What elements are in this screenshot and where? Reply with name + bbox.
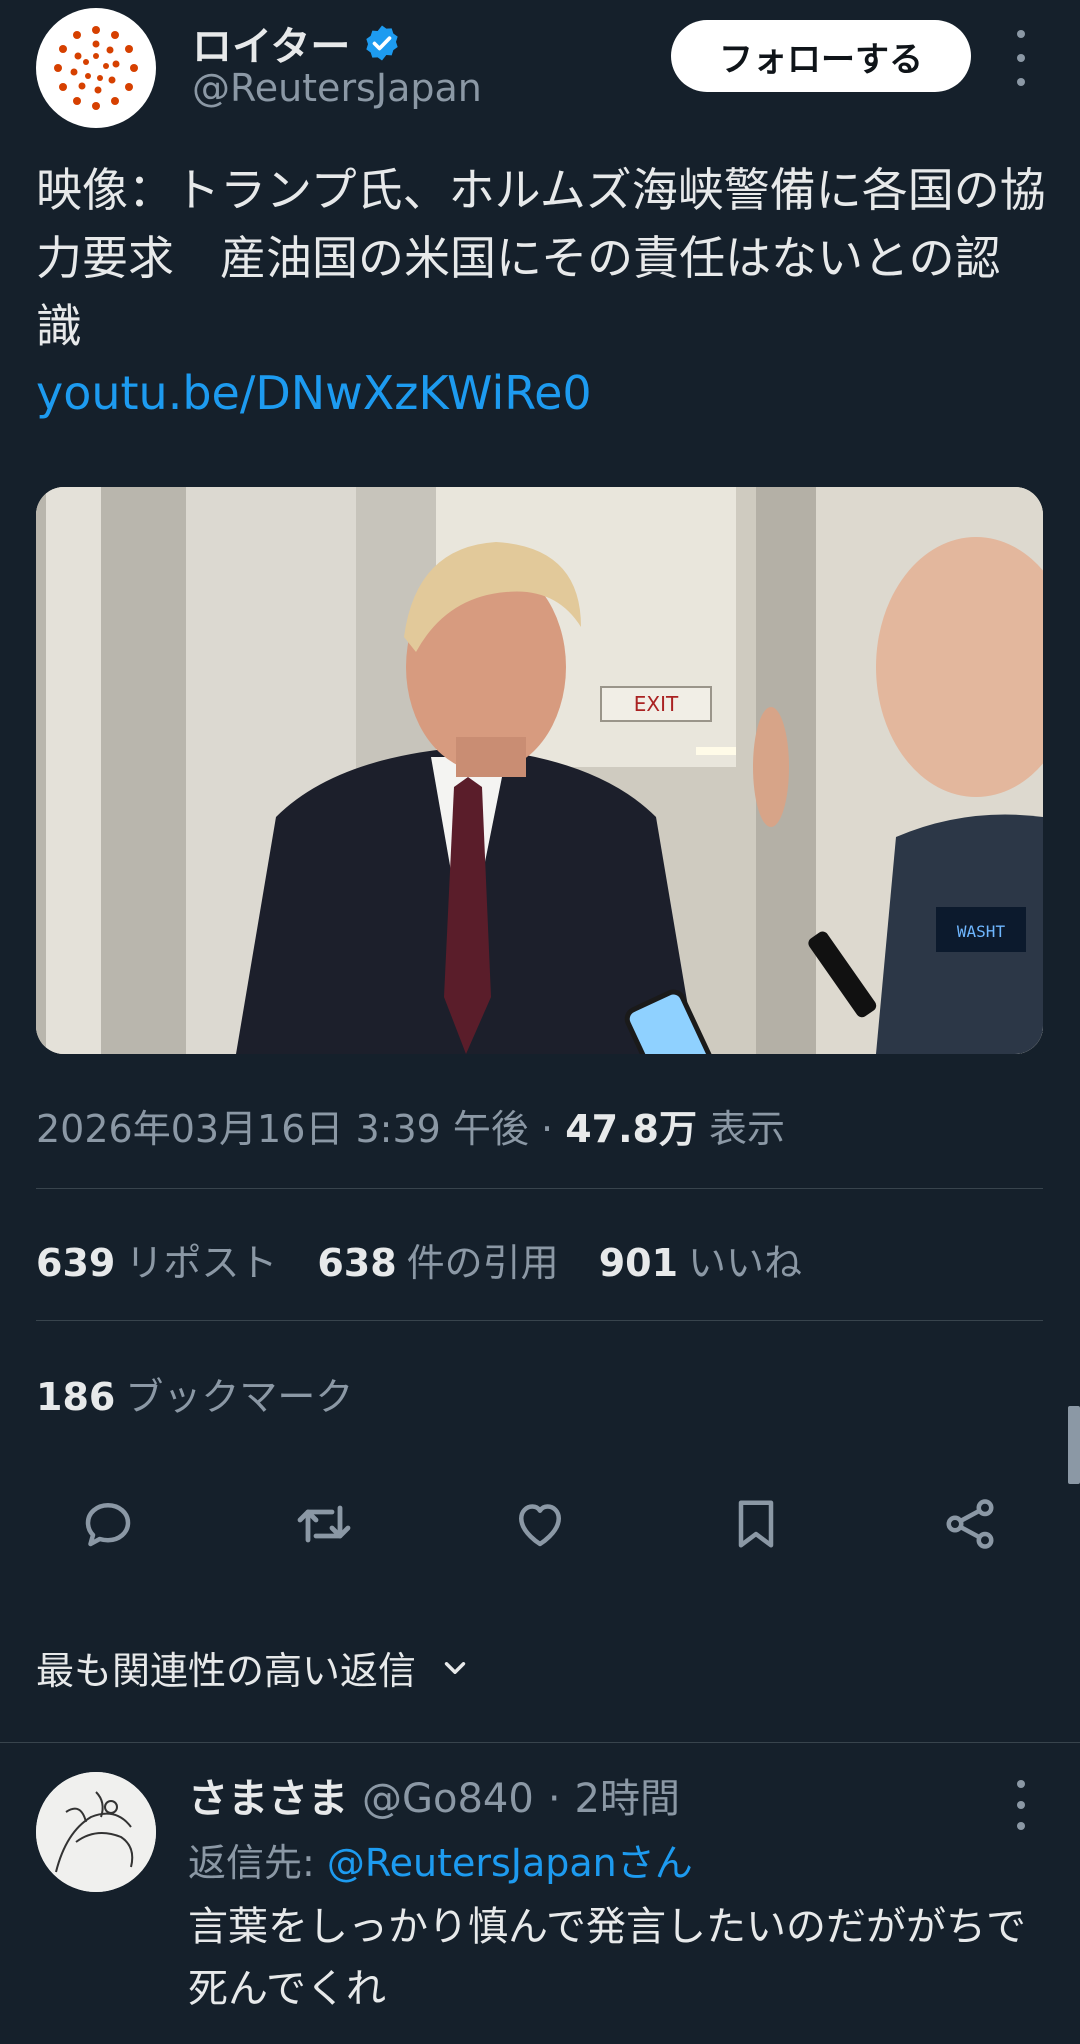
replies-sort-dropdown[interactable]: 最も関連性の高い返信 (36, 1640, 472, 1695)
likes-label: いいね (688, 1241, 803, 1285)
likes-stat[interactable]: 901 いいね (599, 1232, 802, 1287)
exit-sign-text: EXIT (634, 692, 679, 716)
author-handle[interactable]: @ReutersJapan (192, 66, 482, 110)
reply-icon (85, 1503, 131, 1547)
reply-avatar[interactable] (36, 1772, 156, 1892)
reply-display-name[interactable]: さまさま (188, 1766, 348, 1824)
reply-button[interactable] (68, 1484, 148, 1564)
tweet-media-image[interactable]: EXIT WASHT (36, 487, 1043, 1054)
bookmark-button[interactable] (716, 1484, 796, 1564)
meta-separator: · (541, 1107, 554, 1151)
views-count: 47.8万 (565, 1107, 697, 1151)
scrollbar-thumb[interactable] (1068, 1406, 1080, 1484)
reposts-label: リポスト (125, 1241, 278, 1285)
reposts-stat[interactable]: 639 リポスト (36, 1232, 277, 1287)
engagement-stats: 639 リポスト 638 件の引用 901 いいね (36, 1232, 802, 1287)
repost-icon (297, 1505, 351, 1543)
reply-header: さまさま @Go840 · 2時間 (188, 1766, 680, 1824)
reply-more-options-icon[interactable] (1006, 1780, 1036, 1830)
divider (36, 1188, 1043, 1189)
chevron-down-icon (444, 1661, 466, 1674)
like-button[interactable] (500, 1484, 580, 1564)
reply-to-handle[interactable]: @ReutersJapanさん (327, 1841, 693, 1885)
bookmarks-count: 186 (36, 1375, 116, 1419)
video-thumbnail: EXIT WASHT (36, 487, 1043, 1054)
likes-count: 901 (598, 1241, 679, 1285)
follow-button[interactable]: フォローする (671, 20, 971, 92)
share-icon (946, 1499, 994, 1549)
bookmarks-stat[interactable]: 186 ブックマーク (36, 1366, 353, 1421)
quotes-count: 638 (317, 1241, 397, 1285)
like-icon (519, 1504, 561, 1547)
reply-avatar-image (36, 1772, 156, 1892)
author-avatar[interactable] (36, 8, 156, 128)
reply-to-prefix: 返信先: (188, 1841, 315, 1885)
monitor-text: WASHT (957, 922, 1006, 941)
tweet-link[interactable]: youtu.be/DNwXzKWiRe0 (36, 366, 592, 420)
repost-button[interactable] (284, 1484, 364, 1564)
divider (0, 1742, 1080, 1743)
quotes-stat[interactable]: 638 件の引用 (317, 1232, 558, 1287)
reuters-logo-icon (54, 26, 138, 110)
bookmark-icon (738, 1500, 774, 1548)
tweet-meta: 2026年03月16日 3:39 午後 · 47.8万 表示 (36, 1098, 785, 1153)
reply-time[interactable]: 2時間 (575, 1766, 680, 1824)
reply-handle[interactable]: @Go840 (362, 1776, 534, 1822)
reply-text: 言葉をしっかり慎んで発言したいのだががちで死んでくれ (188, 1904, 1026, 2012)
author-display-name[interactable]: ロイター (192, 14, 350, 72)
verified-badge-icon (366, 25, 399, 61)
tweet-text: 映像：トランプ氏、ホルムズ海峡警備に各国の協力要求 産油国の米国にその責任はない… (36, 163, 1046, 353)
reply-separator: · (547, 1776, 561, 1822)
share-button[interactable] (930, 1484, 1010, 1564)
author-name-row[interactable]: ロイター (192, 14, 402, 72)
reply-to-line: 返信先: @ReutersJapanさん (188, 1832, 693, 1887)
more-options-icon[interactable] (1006, 30, 1036, 86)
divider (36, 1320, 1043, 1321)
replies-sort-label: 最も関連性の高い返信 (36, 1649, 417, 1693)
action-bar (0, 1484, 1080, 1564)
reposts-count: 639 (36, 1241, 116, 1285)
tweet-timestamp[interactable]: 2026年03月16日 3:39 午後 (36, 1107, 529, 1151)
quotes-label: 件の引用 (406, 1241, 559, 1285)
views-label: 表示 (709, 1107, 786, 1151)
bookmarks-label: ブックマーク (125, 1375, 354, 1419)
